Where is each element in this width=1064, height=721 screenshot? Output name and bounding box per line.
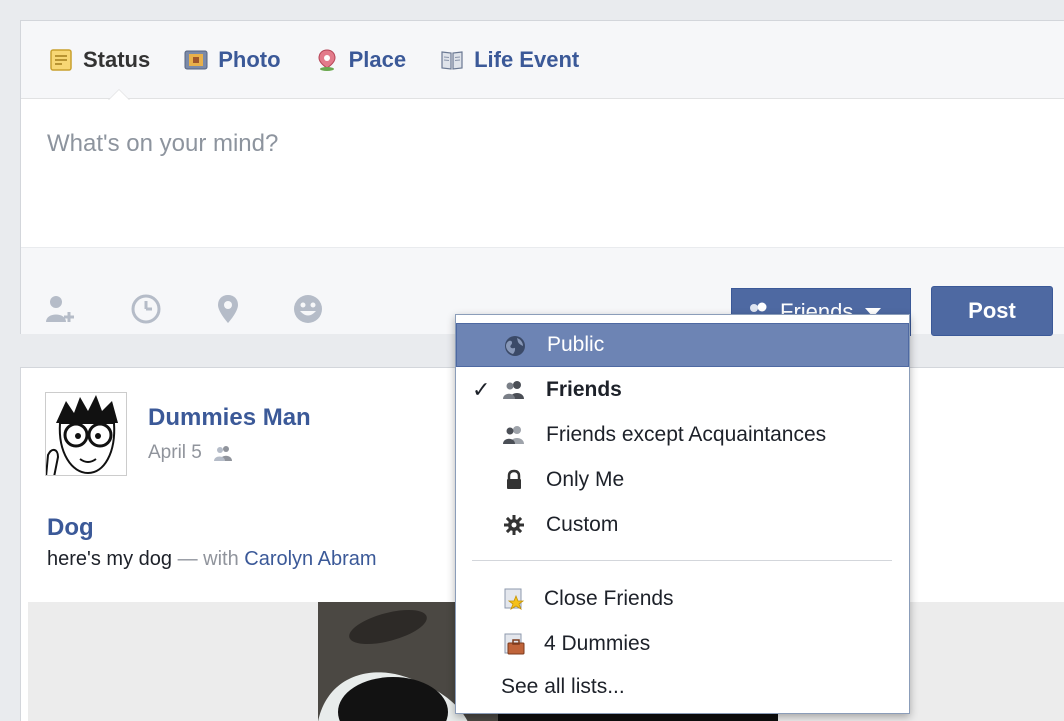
active-tab-pointer — [109, 90, 129, 100]
post-button[interactable]: Post — [931, 286, 1053, 336]
menu-item-custom[interactable]: Custom — [456, 503, 909, 547]
menu-item-close-friends[interactable]: Close Friends — [456, 577, 909, 621]
place-pin-icon — [315, 48, 339, 72]
menu-item-only-me[interactable]: Only Me — [456, 458, 909, 502]
tab-photo[interactable]: Photo — [184, 46, 281, 73]
post-body: here's my dog — [47, 548, 172, 570]
clock-icon[interactable] — [129, 292, 163, 326]
life-event-book-icon — [440, 48, 464, 72]
menu-item-public-label: Public — [547, 333, 605, 356]
menu-item-friends[interactable]: ✓ Friends — [456, 368, 909, 412]
post-date[interactable]: April 5 — [148, 442, 202, 464]
post-title[interactable]: Dog — [47, 514, 94, 542]
tagged-person-link[interactable]: Carolyn Abram — [244, 548, 376, 570]
tab-life-event-label: Life Event — [474, 46, 580, 72]
status-input[interactable] — [21, 100, 1064, 247]
smiley-icon[interactable] — [291, 292, 325, 326]
friends-icon — [503, 381, 524, 399]
globe-icon — [505, 336, 525, 356]
post-text: here's my dog — with Carolyn Abram — [47, 548, 377, 571]
menu-item-custom-label: Custom — [546, 513, 619, 536]
tab-status[interactable]: Status — [49, 47, 150, 73]
tab-status-label: Status — [83, 46, 151, 72]
menu-item-friends-label: Friends — [546, 378, 622, 401]
audience-dropdown-menu: Public ✓ Friends Friends except Acquaint… — [455, 314, 910, 714]
friends-icon[interactable] — [213, 445, 234, 461]
tag-people-icon[interactable] — [43, 292, 77, 326]
menu-item-friends-except[interactable]: Friends except Acquaintances — [456, 413, 909, 457]
post-meta: April 5 — [148, 442, 234, 464]
see-all-lists-link[interactable]: See all lists... — [456, 665, 909, 709]
menu-item-friends-except-label: Friends except Acquaintances — [546, 423, 827, 446]
tab-place-label: Place — [348, 46, 407, 72]
composer-tabs: Status Photo Place Life Event — [21, 21, 1064, 99]
briefcase-list-icon — [504, 633, 525, 655]
post-with-label: — with — [177, 548, 239, 570]
menu-item-4-dummies-label: 4 Dummies — [544, 632, 651, 655]
photo-icon — [184, 48, 208, 72]
status-note-icon — [49, 48, 73, 72]
close-friends-star-icon — [504, 588, 525, 610]
friends-except-icon — [503, 426, 524, 444]
tab-place[interactable]: Place — [315, 46, 407, 73]
tab-life-event[interactable]: Life Event — [440, 47, 579, 73]
post-author-name[interactable]: Dummies Man — [148, 404, 311, 432]
status-composer: Status Photo Place Life Event What's on … — [20, 20, 1064, 336]
location-icon[interactable] — [211, 292, 245, 326]
menu-item-only-me-label: Only Me — [546, 468, 625, 491]
menu-divider — [472, 560, 892, 561]
avatar[interactable] — [45, 392, 127, 476]
checkmark-icon: ✓ — [472, 377, 491, 402]
gear-icon — [504, 515, 524, 535]
menu-item-close-friends-label: Close Friends — [544, 587, 674, 610]
menu-item-public[interactable]: Public — [456, 323, 909, 367]
see-all-lists-label: See all lists... — [501, 675, 625, 698]
menu-item-4-dummies[interactable]: 4 Dummies — [456, 622, 909, 666]
tab-photo-label: Photo — [218, 46, 281, 72]
lock-icon — [507, 469, 521, 489]
status-input-area — [21, 100, 1064, 247]
